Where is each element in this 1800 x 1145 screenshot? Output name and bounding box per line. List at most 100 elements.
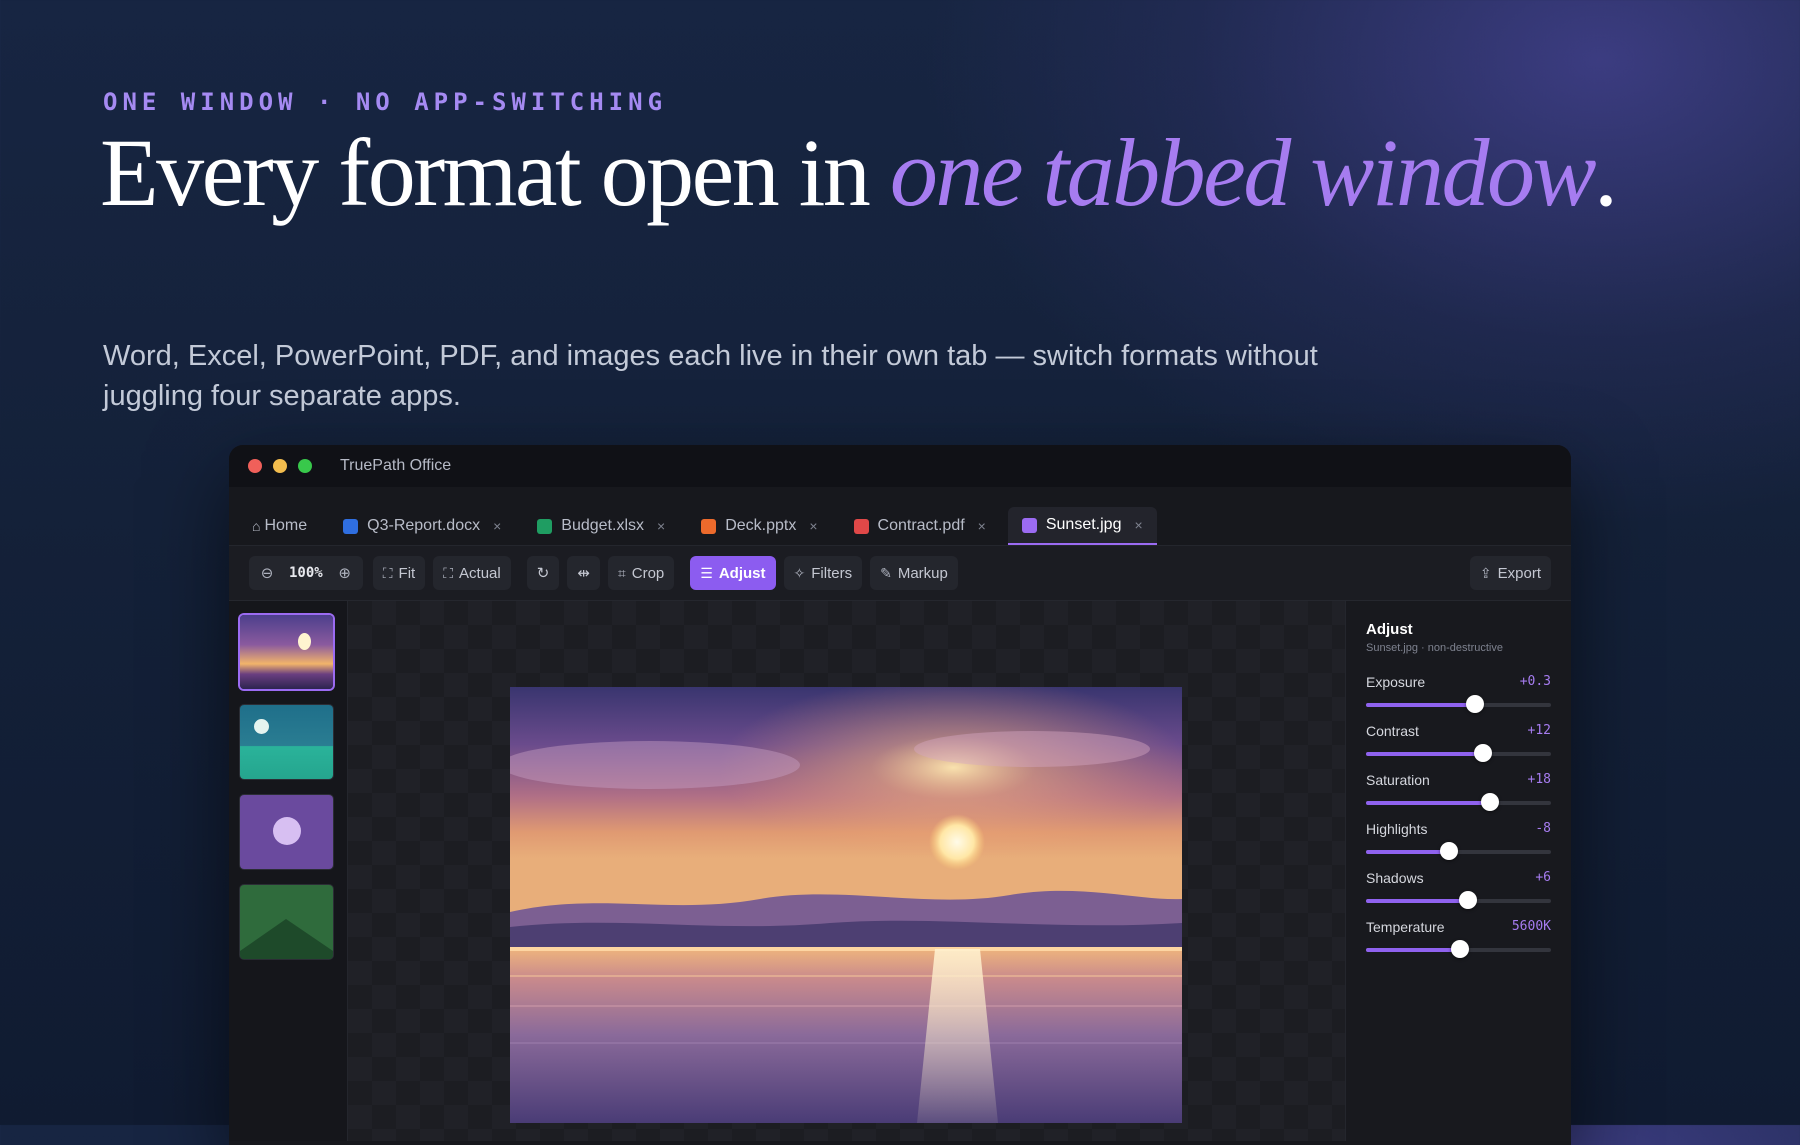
slider-label: Exposure bbox=[1366, 674, 1426, 690]
fit-button[interactable]: ⛶ Fit bbox=[372, 556, 426, 590]
close-icon[interactable]: × bbox=[1134, 517, 1142, 533]
tab-home[interactable]: ⌂ Home bbox=[238, 507, 321, 545]
slider-label: Temperature bbox=[1366, 919, 1445, 935]
slider-label: Saturation bbox=[1366, 772, 1430, 788]
slider-highlights: Highlights -8 bbox=[1366, 821, 1551, 870]
slider-handle[interactable] bbox=[1440, 842, 1459, 860]
markup-button[interactable]: ✎ Markup bbox=[870, 556, 958, 590]
slider-track[interactable] bbox=[1366, 940, 1551, 958]
close-window-button[interactable] bbox=[248, 459, 262, 473]
slider-fill bbox=[1366, 801, 1490, 805]
slider-value: -8 bbox=[1535, 821, 1551, 836]
slider-handle[interactable] bbox=[1451, 940, 1470, 958]
docx-file-icon bbox=[343, 518, 359, 534]
slider-label: Shadows bbox=[1366, 870, 1424, 886]
pen-icon: ✎ bbox=[880, 564, 892, 581]
slider-track[interactable] bbox=[1366, 842, 1551, 860]
tab-budget[interactable]: Budget.xlsx × bbox=[523, 507, 679, 545]
thumbnail-ocean[interactable] bbox=[240, 705, 333, 779]
slider-value: +6 bbox=[1535, 870, 1551, 885]
slider-label: Highlights bbox=[1366, 821, 1428, 837]
thumbnail-orb bbox=[273, 817, 301, 845]
close-icon[interactable]: × bbox=[493, 518, 501, 534]
crop-button[interactable]: ⌗ Crop bbox=[607, 556, 675, 590]
panel-title: Adjust bbox=[1366, 621, 1413, 638]
tab-label: Sunset.jpg bbox=[1045, 516, 1122, 533]
thumbnail-moon bbox=[254, 719, 269, 734]
zoom-level: 100% bbox=[289, 565, 323, 581]
slider-handle[interactable] bbox=[1480, 793, 1499, 811]
slider-track[interactable] bbox=[1366, 891, 1551, 909]
tab-bar: ⌂ Home Q3-Report.docx × Budget.xlsx × De… bbox=[229, 501, 1571, 546]
slider-value: 5600K bbox=[1511, 919, 1551, 934]
hero-subtitle: Word, Excel, PowerPoint, PDF, and images… bbox=[103, 340, 1318, 412]
fit-icon: ⛶ bbox=[382, 564, 393, 581]
adjust-button[interactable]: ☰ Adjust bbox=[690, 556, 776, 590]
slider-handle[interactable] bbox=[1466, 695, 1485, 713]
thumbnail-sunset[interactable] bbox=[240, 615, 333, 689]
actual-label: Actual bbox=[459, 564, 501, 582]
slider-label: Contrast bbox=[1366, 723, 1419, 739]
sliders-icon: ☰ bbox=[700, 564, 713, 581]
xlsx-file-icon bbox=[537, 518, 553, 534]
slider-exposure: Exposure +0.3 bbox=[1366, 674, 1551, 723]
thumbnail-mountain[interactable] bbox=[240, 885, 333, 959]
pdf-file-icon bbox=[853, 518, 869, 534]
slider-track[interactable] bbox=[1366, 793, 1551, 811]
eyebrow-label: ONE WINDOW · NO APP-SWITCHING bbox=[103, 88, 668, 116]
zoom-in-icon[interactable]: ⊕ bbox=[331, 564, 359, 582]
mountain-graphic bbox=[240, 919, 333, 959]
slider-track[interactable] bbox=[1366, 744, 1551, 762]
zoom-out-icon[interactable]: ⊖ bbox=[253, 564, 281, 582]
slider-value: +12 bbox=[1527, 723, 1551, 738]
minimize-window-button[interactable] bbox=[273, 459, 287, 473]
slider-saturation: Saturation +18 bbox=[1366, 772, 1551, 821]
slider-fill bbox=[1366, 752, 1483, 756]
close-icon[interactable]: × bbox=[809, 518, 817, 534]
app-window: TruePath Office ⌂ Home Q3-Report.docx × … bbox=[229, 445, 1571, 1145]
headline-period: . bbox=[1594, 119, 1618, 226]
image-toolbar: ⊖ 100% ⊕ ⛶ Fit ⛶ Actual ↻ ⇹ ⌗ Crop ☰ Adj… bbox=[229, 546, 1571, 601]
slider-contrast: Contrast +12 bbox=[1366, 723, 1551, 772]
thumbnail-purple[interactable] bbox=[240, 795, 333, 869]
slider-fill bbox=[1366, 948, 1461, 952]
slider-fill bbox=[1366, 899, 1468, 903]
home-icon: ⌂ bbox=[252, 518, 261, 534]
image-canvas[interactable] bbox=[348, 601, 1345, 1141]
tab-deck[interactable]: Deck.pptx × bbox=[687, 507, 831, 545]
adjust-label: Adjust bbox=[718, 564, 766, 582]
export-icon: ⇪ bbox=[1479, 564, 1492, 581]
rotate-icon: ↻ bbox=[536, 565, 550, 582]
headline-accent: one tabbed window bbox=[889, 119, 1597, 226]
maximize-window-button[interactable] bbox=[298, 459, 312, 473]
tab-label: Budget.xlsx bbox=[561, 517, 644, 534]
thumbnail-sun bbox=[298, 633, 311, 650]
slider-handle[interactable] bbox=[1473, 744, 1492, 762]
rotate-button[interactable]: ↻ bbox=[526, 556, 560, 590]
fit-label: Fit bbox=[398, 564, 416, 582]
filters-button[interactable]: ✧ Filters bbox=[783, 556, 863, 590]
tab-label: Home bbox=[264, 517, 308, 534]
tab-sunset[interactable]: Sunset.jpg × bbox=[1007, 507, 1157, 545]
flip-icon: ⇹ bbox=[577, 565, 590, 582]
slider-track[interactable] bbox=[1366, 695, 1551, 713]
tab-q3-report[interactable]: Q3-Report.docx × bbox=[329, 507, 515, 545]
sunset-image bbox=[510, 687, 1182, 1123]
slider-fill bbox=[1366, 703, 1476, 707]
app-title: TruePath Office bbox=[340, 457, 452, 474]
actual-size-button[interactable]: ⛶ Actual bbox=[433, 556, 511, 590]
export-button[interactable]: ⇪ Export bbox=[1469, 556, 1551, 590]
export-label: Export bbox=[1497, 564, 1541, 582]
slider-value: +18 bbox=[1527, 772, 1551, 787]
slider-handle[interactable] bbox=[1458, 891, 1477, 909]
crop-icon: ⌗ bbox=[617, 564, 626, 581]
close-icon[interactable]: × bbox=[978, 518, 986, 534]
markup-label: Markup bbox=[897, 564, 948, 582]
tab-label: Deck.pptx bbox=[725, 517, 797, 534]
close-icon[interactable]: × bbox=[657, 518, 665, 534]
magic-wand-icon: ✧ bbox=[793, 564, 806, 581]
slider-shadows: Shadows +6 bbox=[1366, 870, 1551, 919]
tab-contract[interactable]: Contract.pdf × bbox=[840, 507, 1000, 545]
actual-size-icon: ⛶ bbox=[443, 564, 454, 581]
flip-button[interactable]: ⇹ bbox=[567, 556, 600, 590]
